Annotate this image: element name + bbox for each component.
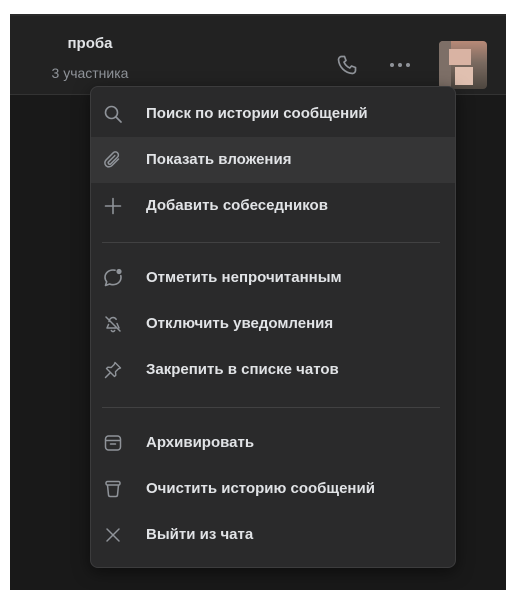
paperclip-icon: [101, 148, 125, 172]
menu-item-mark-unread[interactable]: Отметить непрочитанным: [91, 255, 455, 301]
menu-item-pin-chat[interactable]: Закрепить в списке чатов: [91, 347, 455, 393]
menu-item-label: Добавить собеседников: [146, 197, 328, 214]
bell-off-icon: [101, 312, 125, 336]
menu-item-archive[interactable]: Архивировать: [91, 420, 455, 466]
menu-item-label: Отключить уведомления: [146, 315, 334, 332]
menu-item-label: Очистить историю сообщений: [146, 480, 375, 497]
plus-icon: [101, 194, 125, 218]
menu-item-search-history[interactable]: Поиск по истории сообщений: [91, 91, 455, 137]
menu-divider: [102, 242, 440, 243]
chat-avatar[interactable]: [439, 41, 487, 89]
menu-item-add-members[interactable]: Добавить собеседников: [91, 183, 455, 229]
chat-participants-count[interactable]: 3 участника: [10, 65, 170, 81]
menu-item-label: Поиск по истории сообщений: [146, 105, 368, 122]
menu-item-label: Закрепить в списке чатов: [146, 361, 339, 378]
menu-item-label: Показать вложения: [146, 151, 292, 168]
trash-icon: [101, 477, 125, 501]
close-icon: [101, 523, 125, 547]
menu-item-label: Отметить непрочитанным: [146, 269, 342, 286]
menu-item-show-attachments[interactable]: Показать вложения: [91, 137, 455, 183]
more-horizontal-icon: [390, 63, 410, 67]
menu-divider: [102, 407, 440, 408]
search-icon: [101, 102, 125, 126]
menu-item-leave-chat[interactable]: Выйти из чата: [91, 512, 455, 558]
archive-icon: [101, 431, 125, 455]
menu-item-label: Архивировать: [146, 434, 255, 451]
chat-header: проба 3 участника: [10, 16, 506, 95]
unread-bubble-icon: [101, 266, 125, 290]
call-button[interactable]: [334, 52, 360, 78]
menu-item-label: Выйти из чата: [146, 526, 254, 543]
chat-title[interactable]: проба: [10, 35, 170, 52]
menu-item-clear-history[interactable]: Очистить историю сообщений: [91, 466, 455, 512]
phone-icon: [337, 55, 357, 75]
more-options-button[interactable]: [383, 52, 417, 78]
chat-actions-menu: Поиск по истории сообщений Показать влож…: [90, 86, 456, 568]
pin-icon: [101, 358, 125, 382]
menu-item-mute-notifications[interactable]: Отключить уведомления: [91, 301, 455, 347]
chat-window: проба 3 участника Поиск по истории сообщ…: [10, 14, 506, 590]
